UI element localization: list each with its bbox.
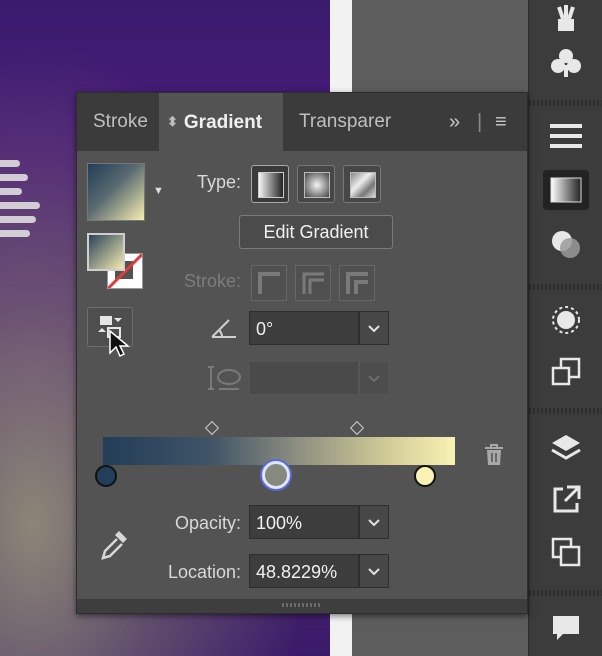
panel-resize-bar[interactable] — [77, 599, 527, 613]
panel-dock — [528, 0, 602, 656]
gradient-midpoint[interactable] — [349, 420, 365, 436]
tab-gradient-label: Gradient — [183, 112, 263, 133]
gradient-midpoint[interactable] — [204, 420, 220, 436]
appearance-icon[interactable] — [543, 300, 589, 340]
comment-icon[interactable] — [543, 608, 589, 648]
tab-gradient[interactable]: ⬍ Gradient — [159, 93, 283, 151]
delete-stop-icon[interactable] — [483, 443, 505, 472]
location-dropdown[interactable] — [359, 554, 389, 588]
stroke-within-button[interactable] — [251, 265, 287, 301]
linear-gradient-button[interactable] — [251, 165, 289, 203]
mouse-cursor-icon — [107, 329, 131, 364]
stroke-label: Stroke: — [183, 271, 241, 291]
plant-icon[interactable] — [543, 0, 589, 40]
location-input[interactable]: 48.8229% — [249, 554, 359, 588]
gradient-icon[interactable] — [543, 170, 589, 210]
tab-updown-icon: ⬍ — [167, 114, 178, 129]
double-chevron-icon[interactable]: » — [449, 93, 460, 151]
opacity-dropdown[interactable] — [359, 505, 389, 539]
swatch-dropdown-icon[interactable]: ▼ — [153, 185, 164, 197]
eyedropper-icon[interactable] — [97, 527, 131, 568]
graphic-styles-icon[interactable] — [543, 352, 589, 392]
edit-gradient-button[interactable]: Edit Gradient — [239, 215, 393, 249]
opacity-input[interactable]: 100% — [249, 505, 359, 539]
club-icon[interactable] — [543, 44, 589, 84]
brush-strokes — [0, 140, 60, 260]
gradient-panel: Stroke ⬍ Gradient Transparer » | ≡ ▼ Type… — [76, 92, 528, 614]
freeform-gradient-button[interactable] — [343, 165, 381, 203]
location-label: Location: — [167, 562, 241, 582]
fill-stroke-selector — [87, 233, 143, 289]
tab-stroke[interactable]: Stroke — [93, 93, 167, 151]
aspect-ratio-input[interactable] — [249, 361, 359, 395]
stroke-lines-icon[interactable] — [543, 116, 589, 156]
stroke-along-button[interactable] — [295, 265, 331, 301]
gradient-swatch[interactable] — [87, 163, 145, 221]
hamburger-menu-icon[interactable]: ≡ — [495, 93, 507, 151]
angle-input[interactable]: 0° — [249, 311, 359, 345]
tab-transparency[interactable]: Transparer — [299, 93, 407, 151]
angle-icon — [209, 315, 239, 346]
gradient-stop-end[interactable] — [414, 465, 436, 487]
aspect-ratio-icon — [207, 363, 243, 398]
angle-dropdown[interactable] — [359, 311, 389, 345]
export-icon[interactable] — [543, 480, 589, 520]
layers-icon[interactable] — [543, 428, 589, 468]
transparency-icon[interactable] — [543, 224, 589, 264]
type-label: Type: — [196, 172, 241, 192]
panel-tab-bar: Stroke ⬍ Gradient Transparer » | ≡ — [77, 93, 527, 151]
tab-divider: | — [477, 111, 483, 133]
aspect-ratio-dropdown[interactable] — [359, 361, 389, 395]
gradient-stop-start[interactable] — [95, 465, 117, 487]
gradient-stop-selected[interactable] — [262, 461, 290, 489]
fill-box[interactable] — [87, 233, 125, 271]
artboards-icon[interactable] — [543, 532, 589, 572]
radial-gradient-button[interactable] — [297, 165, 335, 203]
stroke-across-button[interactable] — [339, 265, 375, 301]
opacity-label: Opacity: — [174, 513, 241, 533]
